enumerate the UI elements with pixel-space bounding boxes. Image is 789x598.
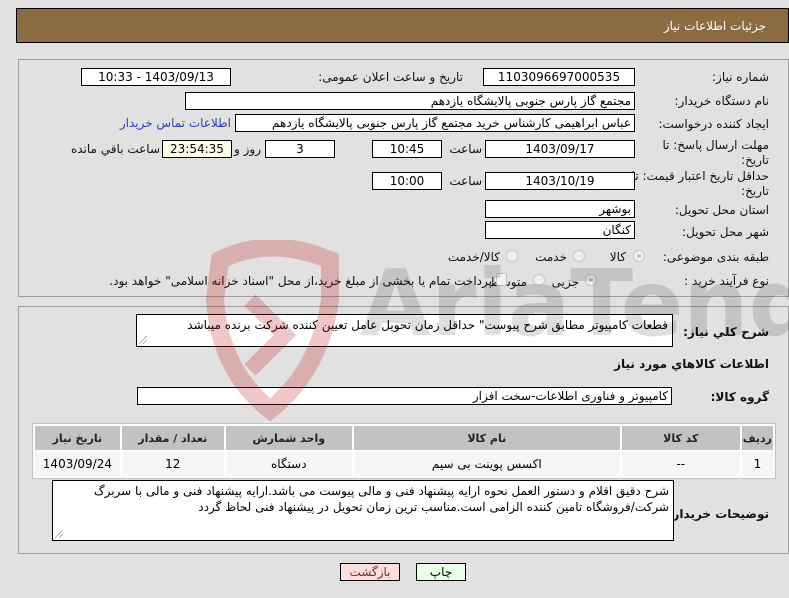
- days-label: روز و: [234, 142, 261, 156]
- summary-textarea[interactable]: قطعات کامپیوتر مطابق شرح پیوست" حداقل زم…: [136, 314, 673, 347]
- buyer-org-field: مجتمع گاز پارس جنوبی پالایشگاه یازدهم: [185, 92, 635, 110]
- price-validity-time-label: ساعت: [449, 174, 482, 188]
- col-quantity: تعداد / مقدار: [121, 426, 224, 450]
- response-deadline-date-field: 1403/09/17: [485, 140, 635, 158]
- need-number-field: 1103096697000535: [483, 68, 635, 86]
- print-button[interactable]: چاپ: [416, 563, 466, 581]
- page-header: جزئیات اطلاعات نیاز: [16, 8, 789, 43]
- buyer-org-label: نام دستگاه خریدار:: [674, 94, 770, 108]
- purchase-type-option-minor: جزیی: [551, 275, 579, 289]
- response-deadline-time-label: ساعت: [449, 142, 482, 156]
- goods-group-field: کامپیوتر و فناوری اطلاعات-سخت افزار: [137, 387, 672, 405]
- time-remaining-field: 23:54:35: [162, 140, 232, 158]
- items-table-header: ردیف کد کالا نام کالا واحد شمارش تعداد /…: [35, 426, 773, 450]
- back-button[interactable]: بازگشت: [340, 563, 400, 581]
- purchase-type-radio-minor[interactable]: [585, 274, 597, 286]
- resize-grip-icon[interactable]: [55, 530, 63, 538]
- summary-label: شرح کلي نیاز:: [683, 325, 769, 339]
- cell-goods-name: اکسس پوینت بی سیم: [353, 452, 620, 476]
- col-goods-code: کد کالا: [621, 426, 740, 450]
- category-option-service: خدمت: [535, 250, 567, 264]
- buyer-contact-link[interactable]: اطلاعات تماس خریدار: [120, 116, 231, 130]
- category-option-goods: کالا: [609, 250, 626, 264]
- table-row: 1 -- اکسس پوینت بی سیم دستگاه 12 1403/09…: [35, 452, 773, 476]
- category-radio-service[interactable]: [573, 250, 585, 262]
- goods-group-label: گروه کالا:: [710, 390, 769, 404]
- items-section-title: اطلاعات کالاهاي مورد نیاز: [614, 357, 769, 371]
- cell-row-number: 1: [741, 452, 773, 476]
- price-validity-time-field: 10:00: [372, 172, 442, 190]
- cell-quantity: 12: [121, 452, 224, 476]
- city-field: کنگان: [485, 221, 635, 239]
- cell-unit: دستگاه: [225, 452, 352, 476]
- buyer-notes-text: شرح دقیق اقلام و دستور العمل نحوه ارایه …: [93, 484, 669, 514]
- category-radio-goods-service[interactable]: [506, 250, 518, 262]
- purchase-type-option-medium: متوسط: [489, 275, 527, 289]
- response-deadline-time-field: 10:45: [372, 140, 442, 158]
- page-title: جزئیات اطلاعات نیاز: [663, 19, 766, 33]
- buyer-notes-label: توضیحات خریدار:: [667, 507, 769, 521]
- requester-label: ایجاد کننده درخواست:: [658, 117, 769, 131]
- category-option-goods-service: کالا/خدمت: [447, 250, 500, 264]
- category-radio-goods[interactable]: [633, 250, 645, 262]
- treasury-note: پرداخت تمام یا بخشی از مبلغ خرید،از محل …: [109, 274, 492, 288]
- treasury-checkbox[interactable]: [496, 273, 507, 286]
- purchase-type-radio-medium[interactable]: [533, 274, 545, 286]
- requester-field: عباس ابراهیمی کارشناس خرید مجتمع گاز پار…: [235, 114, 635, 132]
- cell-goods-code: --: [621, 452, 740, 476]
- cell-need-date: 1403/09/24: [35, 452, 120, 476]
- need-number-label: شماره نیاز:: [712, 70, 769, 84]
- resize-grip-icon[interactable]: [139, 336, 147, 344]
- response-deadline-label: مهلت ارسال پاسخ: تا تاریخ:: [662, 138, 769, 167]
- category-label: طبقه بندی موضوعی:: [662, 250, 769, 264]
- city-label: شهر محل تحویل:: [682, 225, 769, 239]
- days-remaining-field: 3: [265, 140, 335, 158]
- items-table: ردیف کد کالا نام کالا واحد شمارش تعداد /…: [32, 423, 776, 479]
- time-remaining-label: ساعت باقي مانده: [70, 142, 160, 156]
- province-label: استان محل تحویل:: [674, 203, 769, 217]
- col-row-number: ردیف: [741, 426, 773, 450]
- col-need-date: تاریخ نیاز: [35, 426, 120, 450]
- buyer-notes-textarea[interactable]: شرح دقیق اقلام و دستور العمل نحوه ارایه …: [52, 480, 674, 541]
- col-goods-name: نام کالا: [353, 426, 620, 450]
- price-validity-date-field: 1403/10/19: [485, 172, 635, 190]
- col-unit: واحد شمارش: [225, 426, 352, 450]
- price-validity-label: حداقل تاریخ اعتبار قیمت: تا تاریخ:: [631, 169, 769, 198]
- summary-text: قطعات کامپیوتر مطابق شرح پیوست" حداقل زم…: [187, 318, 668, 332]
- announce-datetime-label: تاریخ و ساعت اعلان عمومی:: [318, 70, 463, 84]
- announce-datetime-field: 1403/09/13 - 10:33: [81, 68, 231, 86]
- purchase-type-label: نوع فرآیند خرید :: [684, 274, 769, 288]
- province-field: بوشهر: [485, 200, 635, 218]
